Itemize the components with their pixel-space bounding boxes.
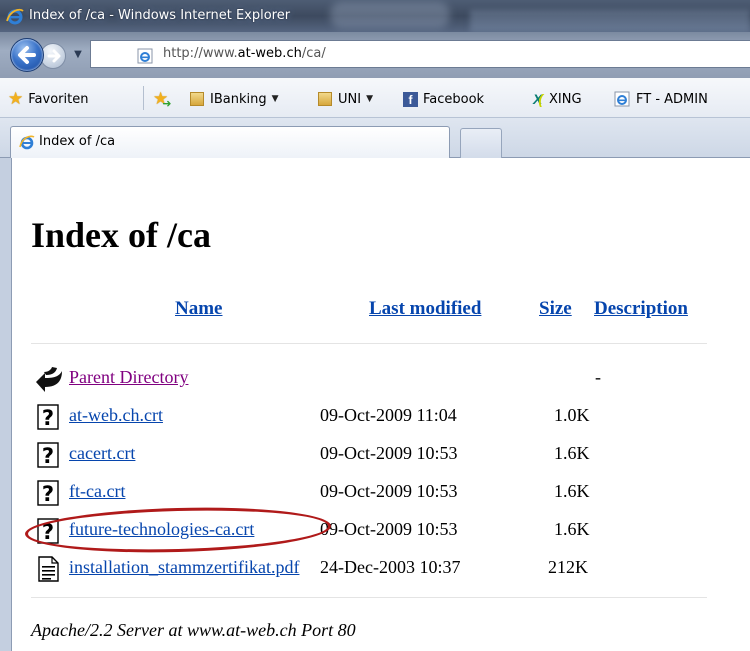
column-header-description[interactable]: Description [594, 298, 688, 320]
unknown-file-icon: ? [37, 442, 59, 468]
tab-bar: Index of /ca [0, 118, 750, 158]
file-size: 1.6K [554, 481, 590, 501]
unknown-file-icon: ? [37, 404, 59, 430]
window-titlebar[interactable]: Index of /ca - Windows Internet Explorer [0, 0, 750, 32]
ie-page-icon [137, 48, 153, 64]
column-header-size[interactable]: Size [539, 298, 572, 320]
file-link-at-web-ch-crt[interactable]: at-web.ch.crt [69, 405, 163, 426]
favorites-button[interactable]: ★ Favoriten [8, 89, 88, 109]
fav-folder-label: UNI [338, 91, 362, 107]
file-date: 09-Oct-2009 10:53 [320, 443, 458, 463]
table-divider [31, 597, 707, 598]
table-row: installation_stammzertifikat.pdf 24-Dec-… [31, 554, 711, 584]
window-frame-left [0, 158, 12, 651]
titlebar-glow [470, 10, 750, 32]
column-header-last-modified[interactable]: Last modified [369, 298, 481, 320]
star-icon: ★ [8, 89, 24, 109]
file-link-installation-stammzertifikat-pdf[interactable]: installation_stammzertifikat.pdf [69, 557, 299, 578]
address-url-prefix: http://www. [163, 46, 238, 61]
file-size: 1.6K [554, 443, 590, 463]
file-date: 09-Oct-2009 11:04 [320, 405, 457, 425]
file-size: - [595, 367, 601, 387]
back-arrow-icon [36, 367, 62, 392]
address-url-domain: at-web.ch [237, 46, 302, 61]
ie-page-icon [614, 91, 630, 107]
document-icon [38, 556, 59, 582]
file-date: 09-Oct-2009 10:53 [320, 481, 458, 501]
unknown-file-icon: ? [37, 480, 59, 506]
fav-link-xing[interactable]: X( XING [533, 89, 582, 109]
tab-index-of-ca[interactable]: Index of /ca [10, 126, 450, 158]
fav-link-label: FT - ADMIN [636, 91, 708, 107]
fav-link-label: XING [549, 91, 582, 107]
red-highlight-circle [24, 504, 332, 556]
favorites-label: Favoriten [28, 91, 89, 107]
tab-label: Index of /ca [39, 134, 116, 149]
address-url-suffix: /ca/ [301, 46, 326, 61]
svg-text:?: ? [42, 406, 54, 430]
column-header-name[interactable]: Name [175, 298, 222, 320]
address-bar[interactable]: http://www.at-web.ch/ca/ [90, 40, 750, 68]
file-size: 212K [548, 557, 588, 577]
table-row: ? cacert.crt 09-Oct-2009 10:53 1.6K [31, 440, 711, 470]
chevron-down-icon: ▼ [366, 94, 373, 104]
fav-folder-ibanking[interactable]: IBanking ▼ [190, 89, 279, 109]
window-title: Index of /ca - Windows Internet Explorer [29, 8, 291, 23]
favorites-separator [143, 86, 144, 110]
file-link-parent-directory[interactable]: Parent Directory [69, 367, 188, 388]
xing-icon: X( [533, 91, 544, 107]
file-size: 1.0K [554, 405, 590, 425]
page-title: Index of /ca [31, 215, 211, 255]
file-link-ft-ca-crt[interactable]: ft-ca.crt [69, 481, 125, 502]
svg-text:?: ? [42, 482, 54, 506]
file-size: 1.6K [554, 519, 590, 539]
fav-link-facebook[interactable]: f Facebook [403, 89, 484, 109]
address-url[interactable]: http://www.at-web.ch/ca/ [163, 46, 326, 61]
ie-icon [19, 135, 35, 150]
fav-folder-label: IBanking [210, 91, 267, 107]
back-arrow-icon [18, 46, 36, 64]
fav-link-ft-admin[interactable]: FT - ADMIN [614, 89, 708, 109]
table-row: Parent Directory - [31, 364, 711, 394]
back-button[interactable] [10, 38, 44, 72]
fav-folder-uni[interactable]: UNI ▼ [318, 89, 373, 109]
add-favorite-arrow-icon: ➜ [162, 96, 172, 110]
titlebar-glow [330, 2, 450, 28]
server-signature: Apache/2.2 Server at www.at-web.ch Port … [31, 620, 356, 640]
table-divider [31, 343, 707, 344]
facebook-icon: f [403, 91, 418, 107]
fav-link-label: Facebook [423, 91, 485, 107]
navigation-bar: ▼ http://www.at-web.ch/ca/ [0, 32, 750, 78]
chevron-down-icon: ▼ [271, 94, 279, 104]
table-row: ? ft-ca.crt 09-Oct-2009 10:53 1.6K [31, 478, 711, 508]
folder-icon [190, 92, 204, 106]
file-date: 24-Dec-2003 10:37 [320, 557, 461, 577]
recent-pages-dropdown[interactable]: ▼ [70, 44, 86, 66]
add-to-favorites-button[interactable]: ★ ➜ [153, 89, 172, 110]
folder-icon [318, 92, 332, 106]
new-tab-button[interactable] [460, 128, 502, 158]
table-row: ? at-web.ch.crt 09-Oct-2009 11:04 1.0K [31, 402, 711, 432]
file-date: 09-Oct-2009 10:53 [320, 519, 458, 539]
file-link-cacert-crt[interactable]: cacert.crt [69, 443, 135, 464]
svg-text:?: ? [42, 444, 54, 468]
favorites-bar: ★ Favoriten ★ ➜ IBanking ▼ UNI ▼ f Faceb… [0, 78, 750, 118]
ie-icon [6, 8, 24, 25]
page-content: Index of /ca Name Last modified Size Des… [13, 159, 750, 651]
